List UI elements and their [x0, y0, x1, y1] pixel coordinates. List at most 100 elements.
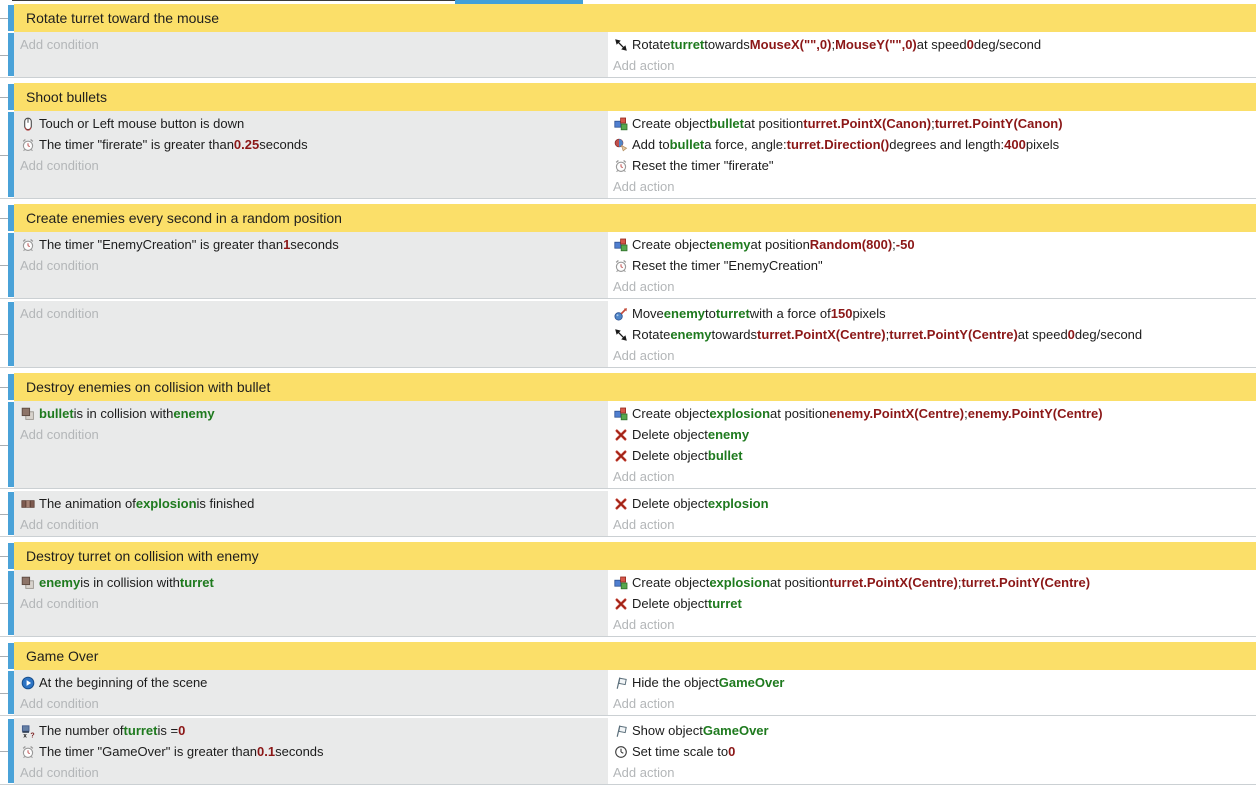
comment-row[interactable]: Destroy enemies on collision with bullet [0, 373, 1256, 401]
instruction-text-segment: turret [716, 306, 750, 321]
ruler-tick [0, 718, 8, 784]
action-item[interactable]: Rotate turret towards MouseX("",0);Mouse… [613, 34, 1256, 55]
rotate-icon [613, 37, 629, 52]
ruler-tick [0, 570, 8, 636]
timer-icon [613, 258, 629, 273]
comment-row[interactable]: Destroy turret on collision with enemy [0, 542, 1256, 570]
action-item[interactable]: Create object enemy at position Random(8… [613, 234, 1256, 255]
instruction-text-segment: Rotate [632, 327, 670, 342]
condition-item[interactable]: The timer "GameOver" is greater than 0.1… [20, 741, 608, 762]
event-row: The animation of explosion is finishedAd… [0, 491, 1256, 536]
instruction-text-segment: towards [712, 327, 758, 342]
add-condition-link[interactable]: Add condition [20, 762, 608, 783]
ruler-tick [0, 32, 8, 77]
event-row: enemy is in collision with turretAdd con… [0, 570, 1256, 636]
instruction-text-segment: is in collision with [74, 406, 174, 421]
ruler-tick [0, 642, 8, 670]
add-condition-link[interactable]: Add condition [20, 514, 608, 535]
condition-item[interactable]: enemy is in collision with turret [20, 572, 608, 593]
action-item[interactable]: Create object explosion at position enem… [613, 403, 1256, 424]
instruction-text-segment: Set time scale to [632, 744, 728, 759]
instruction-text-segment: Add to [632, 137, 670, 152]
instruction-text-segment: Move [632, 306, 664, 321]
condition-item[interactable]: The timer "EnemyCreation" is greater tha… [20, 234, 608, 255]
add-action-link[interactable]: Add action [613, 466, 1256, 487]
action-item[interactable]: Rotate enemy towards turret.PointX(Centr… [613, 324, 1256, 345]
instruction-text-segment: explosion [709, 406, 770, 421]
collision-icon [20, 406, 36, 421]
comment-row[interactable]: Rotate turret toward the mouse [0, 4, 1256, 32]
add-action-link[interactable]: Add action [613, 276, 1256, 297]
add-condition-link[interactable]: Add condition [20, 155, 608, 176]
event-separator [0, 784, 1256, 790]
action-item[interactable]: Create object explosion at position turr… [613, 572, 1256, 593]
top-divider-line [12, 0, 455, 1]
action-item[interactable]: Delete object explosion [613, 493, 1256, 514]
condition-item[interactable]: The timer "firerate" is greater than 0.2… [20, 134, 608, 155]
condition-item[interactable]: The animation of explosion is finished [20, 493, 608, 514]
add-condition-link[interactable]: Add condition [20, 424, 608, 445]
condition-item[interactable]: x?The number of turret is = 0 [20, 720, 608, 741]
add-action-link[interactable]: Add action [613, 345, 1256, 366]
add-action-link[interactable]: Add action [613, 176, 1256, 197]
action-item[interactable]: Reset the timer "EnemyCreation" [613, 255, 1256, 276]
comment-row[interactable]: Shoot bullets [0, 83, 1256, 111]
action-item[interactable]: Add to bullet a force, angle: turret.Dir… [613, 134, 1256, 155]
instruction-text-segment: 400 [1004, 137, 1026, 152]
animation-icon [20, 496, 36, 511]
timer-icon [20, 744, 36, 759]
action-item[interactable]: Show object GameOver [613, 720, 1256, 741]
add-force-icon [613, 137, 629, 152]
action-item[interactable]: Move enemy to turret with a force of 150… [613, 303, 1256, 324]
instruction-text-segment: a force, angle: [704, 137, 786, 152]
actions-cell: Create object explosion at position enem… [608, 401, 1256, 488]
instruction-text-segment: Delete object [632, 448, 708, 463]
action-item[interactable]: Set time scale to 0 [613, 741, 1256, 762]
conditions-cell: Add condition [14, 32, 608, 77]
action-item[interactable]: Reset the timer "firerate" [613, 155, 1256, 176]
action-item[interactable]: Delete object turret [613, 593, 1256, 614]
instruction-text-segment: bullet [709, 116, 744, 131]
instruction-text-segment: The number of [39, 723, 124, 738]
comment-title: Game Over [26, 648, 98, 664]
instruction-text-segment: at position [770, 575, 829, 590]
condition-item[interactable]: bullet is in collision with enemy [20, 403, 608, 424]
condition-item[interactable]: Touch or Left mouse button is down [20, 113, 608, 134]
comment-row[interactable]: Game Over [0, 642, 1256, 670]
create-object-icon [613, 237, 629, 252]
conditions-cell: Touch or Left mouse button is down The ti… [14, 111, 608, 198]
action-item[interactable]: Delete object bullet [613, 445, 1256, 466]
comment-row[interactable]: Create enemies every second in a random … [0, 204, 1256, 232]
instruction-text-segment: seconds [290, 237, 338, 252]
add-condition-link[interactable]: Add condition [20, 255, 608, 276]
add-condition-link[interactable]: Add condition [20, 34, 608, 55]
instruction-text-segment: explosion [709, 575, 770, 590]
visibility-icon [613, 723, 629, 738]
add-action-link[interactable]: Add action [613, 762, 1256, 783]
add-action-link[interactable]: Add action [613, 514, 1256, 535]
instruction-text-segment: deg/second [974, 37, 1041, 52]
ruler-tick [0, 83, 8, 111]
condition-item[interactable]: At the beginning of the scene [20, 672, 608, 693]
add-action-link[interactable]: Add action [613, 55, 1256, 76]
instruction-text-segment: with a force of [750, 306, 831, 321]
add-action-link[interactable]: Add action [613, 693, 1256, 714]
add-condition-link[interactable]: Add condition [20, 693, 608, 714]
instruction-text-segment: -50 [896, 237, 915, 252]
instruction-text-segment: pixels [852, 306, 885, 321]
action-item[interactable]: Hide the object GameOver [613, 672, 1256, 693]
instruction-text-segment: at position [751, 237, 810, 252]
action-item[interactable]: Delete object enemy [613, 424, 1256, 445]
instruction-text-segment: Rotate [632, 37, 670, 52]
instruction-text-segment: enemy.PointX(Centre) [829, 406, 964, 421]
action-item[interactable]: Create object bullet at position turret.… [613, 113, 1256, 134]
top-scrollbar-thumb[interactable] [455, 0, 583, 4]
rotate-icon [613, 327, 629, 342]
add-action-link[interactable]: Add action [613, 614, 1256, 635]
timer-icon [613, 158, 629, 173]
add-condition-link[interactable]: Add condition [20, 303, 608, 324]
instruction-text-segment: Delete object [632, 427, 708, 442]
add-condition-link[interactable]: Add condition [20, 593, 608, 614]
instruction-text-segment: Touch or Left mouse button is down [39, 116, 244, 131]
actions-cell: Hide the object GameOverAdd action [608, 670, 1256, 715]
